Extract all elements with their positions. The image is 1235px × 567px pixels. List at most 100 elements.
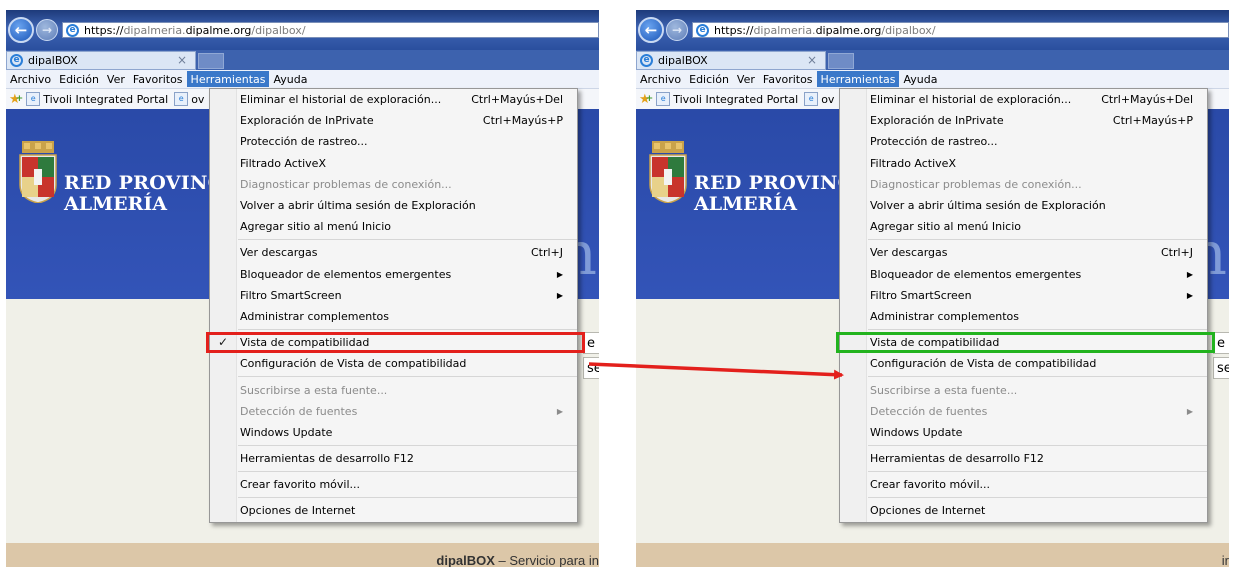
url-path: /dipalbox/ xyxy=(881,23,936,37)
favorite-link-ov[interactable]: ov xyxy=(821,93,834,106)
menu-item-tracking-protection[interactable]: Protección de rastreo... xyxy=(840,131,1207,152)
forward-button[interactable]: → xyxy=(36,19,58,41)
favorite-link-tivoli[interactable]: Tivoli Integrated Portal xyxy=(673,93,798,106)
menu-separator xyxy=(238,376,577,378)
menu-item-internet-options[interactable]: Opciones de Internet xyxy=(210,500,577,521)
menu-separator xyxy=(868,239,1207,241)
submenu-arrow-icon: ▶ xyxy=(1186,290,1193,300)
submenu-arrow-icon: ▶ xyxy=(556,406,563,416)
menu-item-add-to-start[interactable]: Agregar sitio al menú Inicio xyxy=(840,216,1207,237)
menu-item-internet-options[interactable]: Opciones de Internet xyxy=(840,500,1207,521)
address-bar[interactable]: e https://dipalmeria. dipalme.org/dipalbo… xyxy=(692,22,1229,38)
menu-item-inprivate[interactable]: Exploración de InPrivate Ctrl+Mayús+P xyxy=(210,110,577,131)
ie-page-icon: e xyxy=(656,92,671,106)
menu-item-popup-blocker[interactable]: Bloqueador de elementos emergentes ▶ xyxy=(210,264,577,285)
browser-tab[interactable]: e dipalBOX × xyxy=(636,51,826,70)
menu-item-smartscreen[interactable]: Filtro SmartScreen ▶ xyxy=(840,285,1207,306)
menu-item-windows-update[interactable]: Windows Update xyxy=(210,422,577,443)
screenshot-after: ← → e https://dipalmeria. dipalme.org/dip… xyxy=(636,10,1229,567)
menu-herramientas[interactable]: Herramientas xyxy=(816,71,900,87)
menu-item-label: Volver a abrir última sesión de Explorac… xyxy=(240,199,476,213)
menu-item-activex[interactable]: Filtrado ActiveX xyxy=(840,153,1207,174)
menu-item-label: Suscribirse a esta fuente... xyxy=(240,383,388,397)
menu-bar: Archivo Edición Ver Favoritos Herramient… xyxy=(636,70,1229,89)
ie-logo-icon: e xyxy=(66,23,79,37)
menu-item-reopen-session[interactable]: Volver a abrir última sesión de Explorac… xyxy=(840,195,1207,216)
add-favorite-icon: + xyxy=(15,94,24,104)
menu-separator xyxy=(238,445,577,446)
address-bar[interactable]: e https://dipalmeria. dipalme.org/dipalbo… xyxy=(62,22,599,38)
favorite-link-tivoli[interactable]: Tivoli Integrated Portal xyxy=(43,93,168,106)
back-button[interactable]: ← xyxy=(638,17,664,43)
menu-item-label: Diagnosticar problemas de conexión... xyxy=(870,177,1082,191)
tab-close-icon[interactable]: × xyxy=(177,53,187,67)
menu-item-add-to-start[interactable]: Agregar sitio al menú Inicio xyxy=(210,216,577,237)
menu-ayuda[interactable]: Ayuda xyxy=(899,71,941,87)
menu-ver[interactable]: Ver xyxy=(103,71,129,87)
menu-item-compat-settings[interactable]: Configuración de Vista de compatibilidad xyxy=(840,353,1207,374)
menu-separator xyxy=(868,329,1207,331)
menu-item-reopen-session[interactable]: Volver a abrir última sesión de Explorac… xyxy=(210,195,577,216)
menu-item-popup-blocker[interactable]: Bloqueador de elementos emergentes ▶ xyxy=(840,264,1207,285)
menu-item-label: Herramientas de desarrollo F12 xyxy=(240,452,414,466)
url-scheme: https:// xyxy=(84,23,124,37)
menu-favoritos[interactable]: Favoritos xyxy=(759,71,817,87)
menu-item-diagnose: Diagnosticar problemas de conexión... xyxy=(840,174,1207,195)
back-button[interactable]: ← xyxy=(8,17,34,43)
menu-separator xyxy=(868,497,1207,499)
menu-item-manage-addons[interactable]: Administrar complementos xyxy=(840,306,1207,327)
new-tab-button[interactable] xyxy=(828,53,854,69)
menu-item-label: Crear favorito móvil... xyxy=(870,478,991,492)
ie-logo-icon: e xyxy=(10,54,23,67)
menu-item-label: Administrar complementos xyxy=(240,309,389,323)
favorite-link-ov[interactable]: ov xyxy=(191,93,204,106)
menu-item-manage-addons[interactable]: Administrar complementos xyxy=(210,306,577,327)
menu-item-compat-view[interactable]: ✓ Vista de compatibilidad xyxy=(206,332,585,354)
menu-item-windows-update[interactable]: Windows Update xyxy=(840,422,1207,443)
menu-item-label: Windows Update xyxy=(240,425,333,439)
menu-item-mobile-favorite[interactable]: Crear favorito móvil... xyxy=(210,474,577,495)
browser-tab[interactable]: e dipalBOX × xyxy=(6,51,196,70)
forward-button[interactable]: → xyxy=(666,19,688,41)
page-field-fragment: e xyxy=(1213,332,1229,354)
menu-item-compat-settings[interactable]: Configuración de Vista de compatibilidad xyxy=(210,353,577,374)
menu-item-tracking-protection[interactable]: Protección de rastreo... xyxy=(210,131,577,152)
menu-archivo[interactable]: Archivo xyxy=(636,71,685,87)
menu-item-label: Opciones de Internet xyxy=(240,504,356,518)
menu-item-compat-view[interactable]: Vista de compatibilidad xyxy=(836,332,1215,354)
url-subdomain: dipalmeria. xyxy=(753,23,816,37)
menu-item-inprivate[interactable]: Exploración de InPrivate Ctrl+Mayús+P xyxy=(840,110,1207,131)
menu-item-feed-discovery: Detección de fuentes ▶ xyxy=(840,401,1207,422)
menu-item-downloads[interactable]: Ver descargas Ctrl+J xyxy=(210,242,577,263)
menu-item-devtools[interactable]: Herramientas de desarrollo F12 xyxy=(840,448,1207,469)
submenu-arrow-icon: ▶ xyxy=(1186,269,1193,279)
menu-item-activex[interactable]: Filtrado ActiveX xyxy=(210,153,577,174)
menu-item-label: Protección de rastreo... xyxy=(870,135,998,149)
menu-edicion[interactable]: Edición xyxy=(55,71,103,87)
menu-herramientas[interactable]: Herramientas xyxy=(186,71,270,87)
footer-text-fragment: ir xyxy=(1221,553,1229,567)
menu-item-smartscreen[interactable]: Filtro SmartScreen ▶ xyxy=(210,285,577,306)
menu-item-devtools[interactable]: Herramientas de desarrollo F12 xyxy=(210,448,577,469)
screenshot-before: ← → e https://dipalmeria. dipalme.org/dip… xyxy=(6,10,599,567)
checkmark-icon: ✓ xyxy=(218,335,229,350)
tab-close-icon[interactable]: × xyxy=(807,53,817,67)
menu-item-label: Bloqueador de elementos emergentes xyxy=(240,267,452,281)
menu-item-delete-history[interactable]: Eliminar el historial de exploración... C… xyxy=(210,89,577,110)
menu-item-label: Herramientas de desarrollo F12 xyxy=(870,452,1044,466)
menu-item-diagnose: Diagnosticar problemas de conexión... xyxy=(210,174,577,195)
menu-item-label: Agregar sitio al menú Inicio xyxy=(870,220,1022,234)
page-field-fragment-2: se xyxy=(1213,357,1229,379)
menu-archivo[interactable]: Archivo xyxy=(6,71,55,87)
menu-item-label: Crear favorito móvil... xyxy=(240,478,361,492)
menu-ayuda[interactable]: Ayuda xyxy=(269,71,311,87)
tools-menu-dropdown: Eliminar el historial de exploración... C… xyxy=(206,88,585,523)
menu-separator xyxy=(238,497,577,499)
menu-item-downloads[interactable]: Ver descargas Ctrl+J xyxy=(840,242,1207,263)
menu-item-mobile-favorite[interactable]: Crear favorito móvil... xyxy=(840,474,1207,495)
menu-edicion[interactable]: Edición xyxy=(685,71,733,87)
menu-item-delete-history[interactable]: Eliminar el historial de exploración... C… xyxy=(840,89,1207,110)
new-tab-button[interactable] xyxy=(198,53,224,69)
menu-favoritos[interactable]: Favoritos xyxy=(129,71,187,87)
menu-ver[interactable]: Ver xyxy=(733,71,759,87)
